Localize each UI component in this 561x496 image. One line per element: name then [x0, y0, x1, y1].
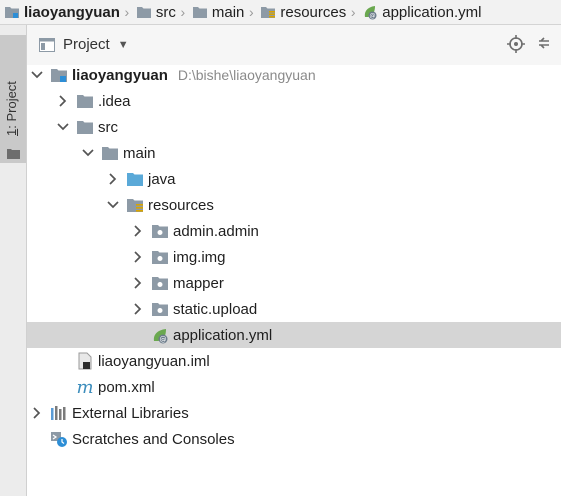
folder-icon — [76, 88, 94, 114]
breadcrumb-src[interactable]: src — [132, 0, 178, 24]
source-folder-icon — [126, 166, 144, 192]
chevron-right-icon[interactable] — [131, 270, 145, 296]
folder-icon — [76, 114, 94, 140]
breadcrumb-application-yml-label: application.yml — [382, 3, 482, 21]
pom-label: pom.xml — [98, 378, 155, 396]
svg-text:@: @ — [160, 335, 167, 343]
scratches-icon — [50, 426, 68, 452]
breadcrumb-src-label: src — [155, 3, 176, 21]
chevron-right-icon[interactable] — [131, 218, 145, 244]
tree-row-resources[interactable]: resources — [27, 192, 561, 218]
locate-icon[interactable] — [507, 35, 525, 53]
chevron-right-icon: › — [180, 4, 186, 20]
tree-row-project-root[interactable]: liaoyangyuan D:\bishe\liaoyangyuan — [27, 62, 561, 88]
project-tool-tab-label: 1: Project — [4, 81, 19, 136]
spring-yml-icon: @ — [362, 4, 378, 20]
package-folder-icon — [151, 270, 169, 296]
chevron-right-icon: › — [350, 4, 356, 20]
img-label: img.img — [173, 248, 226, 266]
chevron-right-icon: › — [124, 4, 130, 20]
chevron-right-icon[interactable] — [106, 166, 120, 192]
tree-row-application-yml[interactable]: @ application.yml — [27, 322, 561, 348]
project-view-label: Project — [63, 36, 110, 53]
idea-label: .idea — [98, 92, 131, 110]
project-folder-icon — [50, 62, 68, 88]
project-root-path: D:\bishe\liaoyangyuan — [177, 67, 316, 83]
tree-row-main[interactable]: main — [27, 140, 561, 166]
chevron-right-icon[interactable] — [131, 296, 145, 322]
tree-row-scratches[interactable]: Scratches and Consoles — [27, 426, 561, 452]
chevron-right-icon[interactable] — [131, 244, 145, 270]
resources-folder-icon — [126, 192, 144, 218]
breadcrumb-project[interactable]: liaoyangyuan — [0, 0, 122, 24]
chevron-right-icon: › — [249, 4, 254, 20]
chevron-down-icon[interactable] — [81, 140, 95, 166]
breadcrumb-main-label: main — [211, 3, 245, 21]
navigation-bar: liaoyangyuan › src › main › resources › … — [0, 0, 561, 25]
tree-row-iml[interactable]: liaoyangyuan.iml — [27, 348, 561, 374]
package-folder-icon — [151, 296, 169, 322]
project-view-icon — [39, 37, 55, 52]
project-folder-icon — [4, 5, 20, 19]
package-folder-icon — [151, 244, 169, 270]
tree-row-external-libraries[interactable]: External Libraries — [27, 400, 561, 426]
chevron-down-icon[interactable] — [30, 62, 44, 88]
tree-row-pom[interactable]: m pom.xml — [27, 374, 561, 400]
module-file-icon — [76, 348, 94, 374]
resources-folder-icon — [260, 5, 276, 19]
admin-label: admin.admin — [173, 222, 259, 240]
folder-icon — [7, 148, 20, 159]
breadcrumb-resources-label: resources — [280, 3, 347, 21]
folder-icon — [136, 5, 152, 19]
libraries-icon — [50, 400, 68, 426]
dropdown-arrow-icon: ▼ — [117, 38, 129, 51]
breadcrumb-main[interactable]: main — [188, 0, 247, 24]
breadcrumb-resources[interactable]: resources — [256, 0, 348, 24]
main-label: main — [123, 144, 156, 162]
resources-label: resources — [148, 196, 214, 214]
chevron-down-icon[interactable] — [56, 114, 70, 140]
folder-icon — [101, 140, 119, 166]
mapper-label: mapper — [173, 274, 224, 292]
tree-row-img[interactable]: img.img — [27, 244, 561, 270]
breadcrumb-application-yml[interactable]: @ application.yml — [358, 0, 483, 24]
left-tool-stripe: 1: Project — [0, 25, 27, 496]
project-tree: liaoyangyuan D:\bishe\liaoyangyuan .idea… — [27, 62, 561, 452]
breadcrumb-project-label: liaoyangyuan — [24, 3, 120, 21]
project-tool-window-header: Project ▼ — [27, 25, 561, 65]
project-root-label: liaoyangyuan — [72, 66, 168, 84]
tree-row-idea[interactable]: .idea — [27, 88, 561, 114]
chevron-down-icon[interactable] — [106, 192, 120, 218]
tree-row-src[interactable]: src — [27, 114, 561, 140]
folder-icon — [192, 5, 208, 19]
tree-row-java[interactable]: java — [27, 166, 561, 192]
svg-text:m: m — [76, 379, 93, 395]
tree-row-static[interactable]: static.upload — [27, 296, 561, 322]
svg-text:@: @ — [370, 13, 376, 20]
project-tool-tab[interactable]: 1: Project — [0, 35, 26, 163]
chevron-right-icon[interactable] — [56, 88, 70, 114]
spring-yml-icon: @ — [151, 322, 169, 348]
java-label: java — [148, 170, 176, 188]
package-folder-icon — [151, 218, 169, 244]
tree-row-admin[interactable]: admin.admin — [27, 218, 561, 244]
application-yml-label: application.yml — [173, 326, 273, 344]
iml-label: liaoyangyuan.iml — [98, 352, 210, 370]
static-label: static.upload — [173, 300, 258, 318]
chevron-right-icon[interactable] — [30, 400, 44, 426]
maven-icon: m — [76, 374, 94, 400]
project-view-selector[interactable]: Project ▼ — [39, 36, 129, 53]
src-label: src — [98, 118, 118, 136]
collapse-all-icon[interactable] — [537, 35, 549, 53]
external-libraries-label: External Libraries — [72, 404, 189, 422]
tree-row-mapper[interactable]: mapper — [27, 270, 561, 296]
scratches-label: Scratches and Consoles — [72, 430, 235, 448]
